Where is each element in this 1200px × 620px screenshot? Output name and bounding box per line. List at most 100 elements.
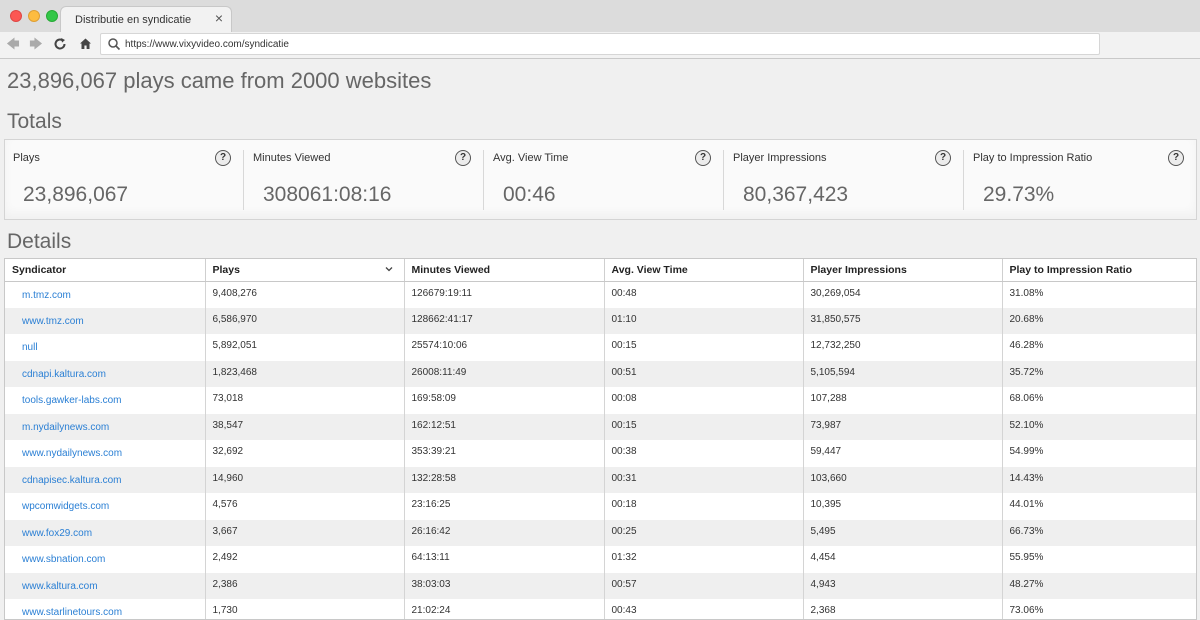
column-header-ratio[interactable]: Play to Impression Ratio xyxy=(1002,259,1196,282)
table-cell: 162:12:51 xyxy=(404,413,605,440)
table-cell: 54.99% xyxy=(1009,446,1044,457)
reload-icon[interactable] xyxy=(51,35,69,53)
total-label: Player Impressions xyxy=(733,152,827,164)
table-cell: 00:18 xyxy=(604,493,804,520)
total-plays: Plays ? 23,896,067 xyxy=(5,140,245,221)
table-cell: 107,288 xyxy=(803,387,1003,414)
table-cell: 55.95% xyxy=(1009,552,1044,563)
table-cell: 132:28:58 xyxy=(404,466,605,493)
table-cell: 23:16:25 xyxy=(404,493,605,520)
forward-arrow-icon[interactable]: 🡆 xyxy=(27,35,45,53)
table-cell: 9,408,276 xyxy=(205,281,405,308)
syndicator-link[interactable]: wpcomwidgets.com xyxy=(5,493,206,520)
total-value: 308061:08:16 xyxy=(263,183,392,206)
totals-heading: Totals xyxy=(7,110,62,133)
column-header-syndicator[interactable]: Syndicator xyxy=(5,259,206,282)
help-icon[interactable]: ? xyxy=(215,150,231,166)
table-cell: 10,395 xyxy=(803,493,1003,520)
table-row: www.nydailynews.com 32,692 353:39:21 00:38 5… xyxy=(5,440,1196,467)
table-cell: 26:16:42 xyxy=(404,519,605,546)
total-value: 23,896,067 xyxy=(23,183,129,206)
syndicator-link[interactable]: null xyxy=(5,334,206,361)
column-header-label: Plays xyxy=(212,263,240,276)
table-cell: 128662:41:17 xyxy=(404,307,605,334)
column-header-minutes-viewed[interactable]: Minutes Viewed xyxy=(404,259,605,282)
table-cell: 4,576 xyxy=(205,493,405,520)
table-header-row: Syndicator Plays Minutes Viewed Avg. Vie… xyxy=(5,259,1196,282)
table-cell: 169:58:09 xyxy=(404,387,605,414)
window-close-button[interactable] xyxy=(10,10,22,22)
help-icon[interactable]: ? xyxy=(1168,150,1184,166)
syndicator-link[interactable]: www.tmz.com xyxy=(5,307,206,334)
table-cell: 4,454 xyxy=(803,546,1003,573)
table-cell: 353:39:21 xyxy=(404,440,605,467)
chevron-down-icon[interactable] xyxy=(384,264,394,274)
window-minimize-button[interactable] xyxy=(28,10,40,22)
tab-close-icon[interactable]: × xyxy=(215,11,223,25)
home-icon[interactable] xyxy=(76,35,94,53)
table-cell: 3,667 xyxy=(205,519,405,546)
table-cell: 2,386 xyxy=(205,572,405,599)
syndicator-link[interactable]: cdnapi.kaltura.com xyxy=(5,360,206,387)
window-zoom-button[interactable] xyxy=(46,10,58,22)
table-row: www.fox29.com 3,667 26:16:42 00:25 5,495 66.7… xyxy=(5,519,1196,546)
total-label: Play to Impression Ratio xyxy=(973,152,1093,164)
syndicator-link[interactable]: www.sbnation.com xyxy=(5,546,206,573)
syndicator-link[interactable]: tools.gawker-labs.com xyxy=(5,387,206,414)
syndicator-link[interactable]: www.kaltura.com xyxy=(5,572,206,599)
address-bar[interactable]: https://www.vixyvideo.com/syndicatie xyxy=(100,33,1100,55)
search-icon xyxy=(108,38,121,51)
table-cell: 00:25 xyxy=(604,519,804,546)
column-header-plays[interactable]: Plays xyxy=(205,259,405,282)
table-cell: 21:02:24 xyxy=(404,599,605,619)
table-cell: 126679:19:11 xyxy=(404,281,605,308)
table-cell: 00:15 xyxy=(604,413,804,440)
table-cell: 20.68% xyxy=(1002,307,1196,334)
table-cell: 48.27% xyxy=(1002,572,1196,599)
table-cell: 01:32 xyxy=(604,546,804,573)
table-cell: 2,492 xyxy=(205,546,405,573)
table-row: cdnapi.kaltura.com 1,823,468 26008:11:49 00… xyxy=(5,360,1196,387)
help-icon[interactable]: ? xyxy=(935,150,951,166)
table-cell: 5,892,051 xyxy=(205,334,405,361)
back-arrow-icon[interactable]: 🡄 xyxy=(4,35,22,53)
table-cell: 00:57 xyxy=(604,572,804,599)
table-cell: 31,850,575 xyxy=(803,307,1003,334)
syndicator-link[interactable]: cdnapisec.kaltura.com xyxy=(5,466,206,493)
table-cell: 38:03:03 xyxy=(404,572,605,599)
table-row: wpcomwidgets.com 4,576 23:16:25 00:18 10,395… xyxy=(5,493,1196,520)
table-row: cdnapisec.kaltura.com 14,960 132:28:58 00:3… xyxy=(5,466,1196,493)
browser-tab[interactable]: Distributie en syndicatie × xyxy=(60,6,232,32)
help-icon[interactable]: ? xyxy=(695,150,711,166)
column-header-avg-view-time[interactable]: Avg. View Time xyxy=(604,259,804,282)
table-cell: 25574:10:06 xyxy=(404,334,605,361)
table-cell: 68.06% xyxy=(1009,393,1044,404)
total-play-impression-ratio: Play to Impression Ratio ? 29.73% xyxy=(963,140,1198,221)
table-row: www.tmz.com 6,586,970 128662:41:17 01:10 31,… xyxy=(5,307,1196,334)
table-cell: 1,730 xyxy=(205,599,405,619)
table-cell: 44.01% xyxy=(1009,499,1044,510)
table-cell: 26008:11:49 xyxy=(404,360,605,387)
total-player-impressions: Player Impressions ? 80,367,423 xyxy=(723,140,965,221)
table-cell: 30,269,054 xyxy=(803,281,1003,308)
syndicator-link[interactable]: www.fox29.com xyxy=(5,519,206,546)
table-cell: 5,495 xyxy=(803,519,1003,546)
table-row: m.tmz.com 9,408,276 126679:19:11 00:48 30,26… xyxy=(5,281,1196,308)
table-row: tools.gawker-labs.com 73,018 169:58:09 00:0… xyxy=(5,387,1196,414)
table-cell: 59,447 xyxy=(803,440,1003,467)
syndicator-link[interactable]: www.nydailynews.com xyxy=(5,440,206,467)
details-table: Syndicator Plays Minutes Viewed Avg. Vie… xyxy=(4,258,1197,620)
total-label: Plays xyxy=(13,152,40,164)
help-icon[interactable]: ? xyxy=(455,150,471,166)
syndicator-link[interactable]: m.nydailynews.com xyxy=(5,413,206,440)
syndicator-link[interactable]: www.starlinetours.com xyxy=(5,599,206,619)
column-header-player-impressions[interactable]: Player Impressions xyxy=(803,259,1003,282)
table-row: null 5,892,051 25574:10:06 00:15 12,732,250 4… xyxy=(5,334,1196,361)
table-cell: 6,586,970 xyxy=(205,307,405,334)
table-cell: 31.08% xyxy=(1009,287,1044,299)
browser-toolbar: 🡄 🡆 https://www.vixyvideo.com/syndicatie xyxy=(0,32,1200,59)
syndicator-link[interactable]: m.tmz.com xyxy=(5,281,206,308)
table-cell: 32,692 xyxy=(205,440,405,467)
table-cell: 2,368 xyxy=(803,599,1003,619)
tab-title: Distributie en syndicatie xyxy=(75,14,192,26)
